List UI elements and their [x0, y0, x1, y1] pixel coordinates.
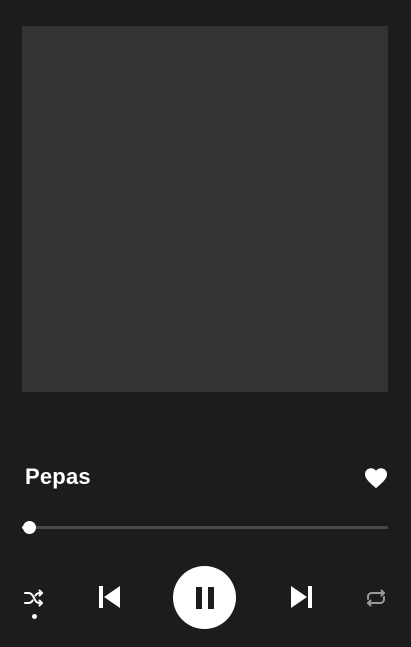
heart-icon — [365, 468, 387, 489]
repeat-button[interactable] — [362, 584, 390, 612]
shuffle-button[interactable] — [20, 584, 48, 612]
pause-button[interactable] — [173, 566, 236, 629]
shuffle-icon — [24, 589, 43, 607]
shuffle-active-indicator — [32, 614, 37, 619]
progress-bar[interactable] — [22, 518, 388, 536]
skip-next-icon — [291, 586, 312, 608]
previous-button[interactable] — [92, 582, 126, 612]
like-button[interactable] — [363, 465, 389, 491]
album-artwork — [22, 26, 388, 392]
pause-icon — [195, 586, 214, 609]
next-button[interactable] — [285, 582, 319, 612]
progress-track — [22, 526, 388, 529]
skip-previous-icon — [99, 586, 120, 608]
progress-thumb[interactable] — [23, 521, 37, 534]
track-title: Pepas — [25, 464, 91, 489]
repeat-icon — [367, 589, 385, 607]
